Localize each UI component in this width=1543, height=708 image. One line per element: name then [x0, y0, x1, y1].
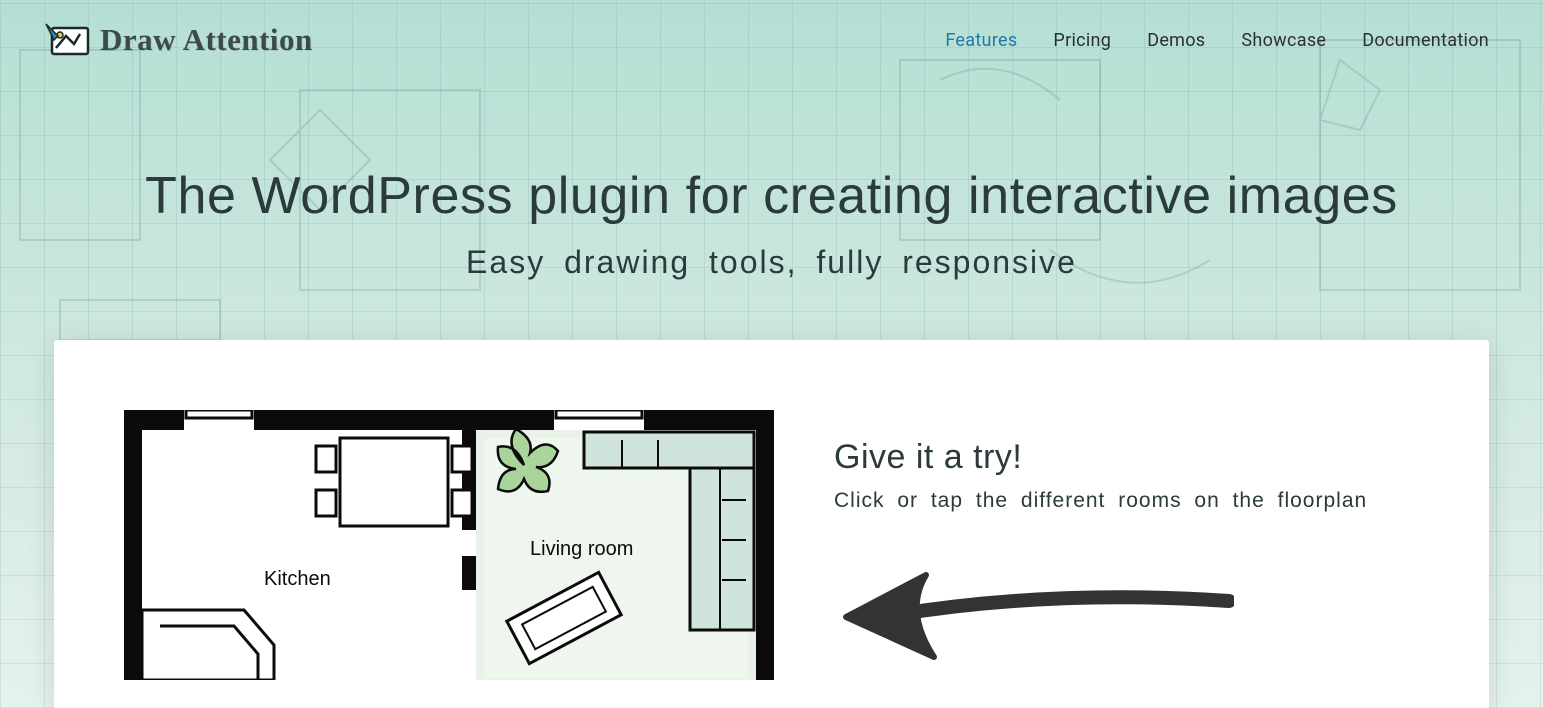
floorplan-interactive-image[interactable]: Kitchen Living room: [124, 410, 774, 708]
nav-link-demos[interactable]: Demos: [1147, 30, 1205, 51]
demo-tip: Click or tap the different rooms on the …: [834, 489, 1409, 513]
nav-link-pricing[interactable]: Pricing: [1053, 30, 1111, 51]
demo-panel: Kitchen Living room Give it a try! Click…: [54, 340, 1489, 708]
arrow-left-icon: [834, 561, 1234, 671]
logo-text: Draw Attention: [100, 22, 313, 58]
nav-link-features[interactable]: Features: [945, 30, 1017, 51]
site-header: Draw Attention Features Pricing Demos Sh…: [0, 0, 1543, 58]
demo-heading: Give it a try!: [834, 438, 1409, 477]
logo-icon: [44, 22, 92, 58]
demo-instructions: Give it a try! Click or tap the differen…: [834, 410, 1409, 708]
hero: The WordPress plugin for creating intera…: [0, 166, 1543, 281]
hero-subtitle: Easy drawing tools, fully responsive: [0, 244, 1543, 281]
hero-title: The WordPress plugin for creating intera…: [0, 166, 1543, 226]
logo[interactable]: Draw Attention: [44, 22, 313, 58]
main-nav: Features Pricing Demos Showcase Document…: [945, 30, 1489, 51]
nav-link-showcase[interactable]: Showcase: [1241, 30, 1326, 51]
nav-link-documentation[interactable]: Documentation: [1362, 30, 1489, 51]
floorplan-illustration: [124, 410, 774, 680]
